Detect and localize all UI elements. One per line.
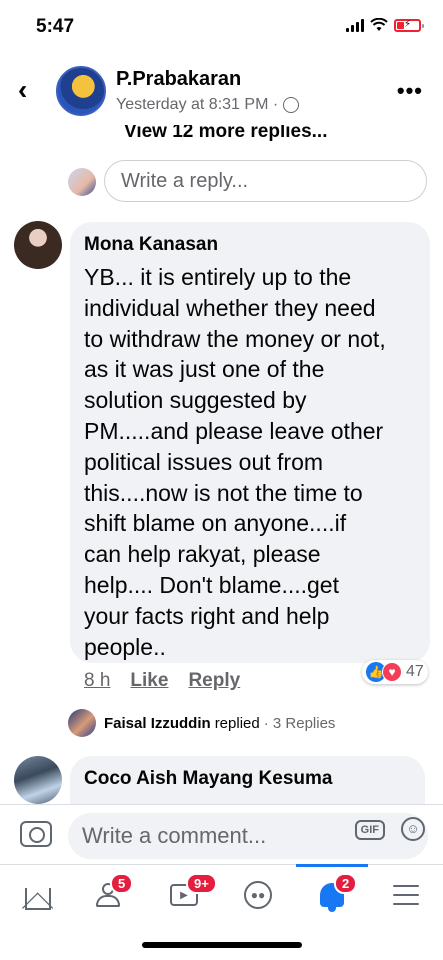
emoji-icon[interactable]: ☺ xyxy=(401,817,425,841)
globe-icon xyxy=(283,97,300,113)
replied-text: replied xyxy=(214,714,260,732)
love-reaction-icon: ♥ xyxy=(382,662,402,682)
reaction-count: 47 xyxy=(406,663,424,680)
commenter-avatar[interactable] xyxy=(14,756,62,804)
groups-icon: ●● xyxy=(244,881,272,909)
reaction-summary[interactable]: 👍 ♥ 47 xyxy=(362,660,428,684)
timestamp-text: Yesterday at 8:31 PM · xyxy=(116,96,279,113)
tab-notifications[interactable]: 2 xyxy=(296,864,368,919)
comment-author[interactable]: Coco Aish Mayang Kesuma xyxy=(84,768,411,790)
tab-home[interactable] xyxy=(8,871,68,919)
menu-icon xyxy=(393,885,419,905)
status-icons: ⚡ xyxy=(346,18,424,32)
comment-time[interactable]: 8 h xyxy=(84,670,110,692)
comment-bubble[interactable]: Coco Aish Mayang Kesuma xyxy=(70,756,425,804)
reply-input[interactable]: Write a reply... xyxy=(104,160,427,202)
video-badge: 9+ xyxy=(186,873,217,894)
post-header: ‹ P.Prabakaran Yesterday at 8:31 PM · ••… xyxy=(0,52,443,134)
friends-badge: 5 xyxy=(110,873,134,894)
camera-icon[interactable] xyxy=(20,821,52,847)
signal-icon xyxy=(346,18,364,32)
reply-count: · 3 Replies xyxy=(263,714,336,732)
view-more-replies-link[interactable]: View 12 more replies... xyxy=(124,125,327,145)
comment-actions: 8 h Like Reply xyxy=(84,670,240,692)
tab-friends[interactable]: 5 xyxy=(78,871,138,919)
more-options-icon[interactable]: ••• xyxy=(397,78,423,104)
notifications-badge: 2 xyxy=(334,873,358,894)
page-title[interactable]: P.Prabakaran xyxy=(116,68,241,91)
status-time: 5:47 xyxy=(36,16,75,37)
tab-menu[interactable] xyxy=(376,871,436,919)
post-timestamp: Yesterday at 8:31 PM · xyxy=(116,96,300,114)
reply-button[interactable]: Reply xyxy=(188,670,240,692)
gif-button[interactable]: GIF xyxy=(354,820,385,840)
wifi-icon xyxy=(370,18,388,31)
view-more-label: View 12 more replies... xyxy=(124,125,328,142)
home-indicator xyxy=(142,942,302,948)
status-bar: 5:47 ⚡ xyxy=(0,0,443,52)
comment-author[interactable]: Mona Kanasan xyxy=(84,234,416,256)
bottom-tab-bar: 5 ▶ 9+ ●● 2 xyxy=(0,864,443,924)
reply-composer: Write a reply... xyxy=(0,160,443,205)
like-button[interactable]: Like xyxy=(130,670,168,692)
tab-video[interactable]: ▶ 9+ xyxy=(154,871,217,919)
avatar xyxy=(68,709,96,737)
avatar xyxy=(68,168,96,196)
home-icon xyxy=(25,888,51,910)
back-icon[interactable]: ‹ xyxy=(18,76,27,104)
comment-composer: Write a comment... GIF ☺ xyxy=(0,804,443,864)
replier-name: Faisal Izzuddin xyxy=(104,714,211,732)
comment-text: YB... it is entirely up to the individua… xyxy=(84,264,386,660)
tab-groups[interactable]: ●● xyxy=(228,871,288,919)
avatar[interactable] xyxy=(56,66,106,116)
replies-summary[interactable]: Faisal Izzuddin replied · 3 Replies xyxy=(68,709,335,737)
commenter-avatar[interactable] xyxy=(14,221,62,269)
comment-bubble[interactable]: Mona Kanasan YB... it is entirely up to … xyxy=(70,222,430,663)
battery-icon: ⚡ xyxy=(394,18,424,32)
